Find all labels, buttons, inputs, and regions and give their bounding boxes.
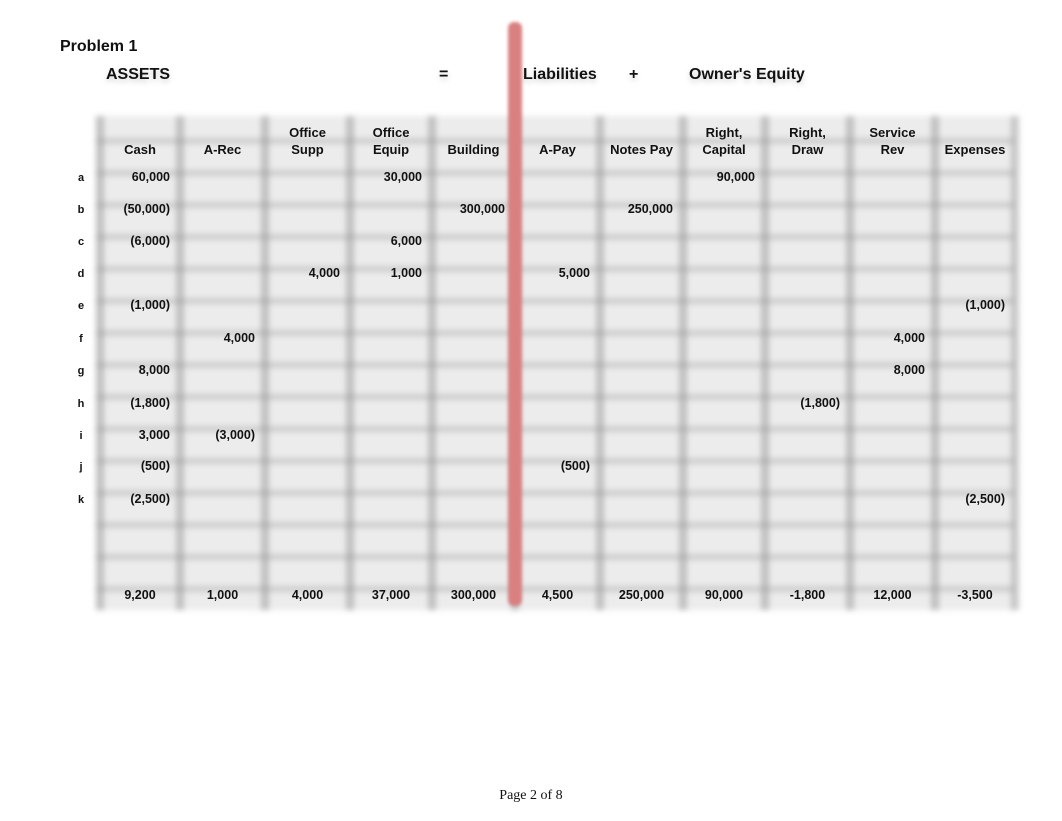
- table-cell: 300,000: [459, 202, 505, 216]
- row-label: b: [77, 204, 85, 216]
- column-header-line: Draw: [791, 142, 824, 157]
- row-label: j: [79, 461, 83, 473]
- table-cell: 30,000: [383, 170, 422, 184]
- total-cell: -1,800: [789, 588, 826, 602]
- column-header: Expenses: [935, 120, 1015, 158]
- column-header-line: Building: [447, 142, 500, 157]
- column-header-line: Equip: [372, 142, 410, 157]
- total-cell: 37,000: [371, 588, 411, 602]
- column-header: Office Equip: [350, 120, 432, 158]
- table-cell: (1,000): [965, 298, 1005, 312]
- table-cell: 3,000: [138, 428, 170, 442]
- table-cell: 8,000: [893, 363, 925, 377]
- table-cell: 6,000: [390, 234, 422, 248]
- row-label: h: [77, 398, 85, 410]
- column-header: Notes Pay: [600, 120, 683, 158]
- column-header-line: Expenses: [944, 142, 1006, 157]
- grid-column-line: [679, 116, 687, 610]
- table-cell: 250,000: [627, 202, 673, 216]
- column-header-line: Office: [289, 125, 326, 140]
- table-cell: (2,500): [130, 492, 170, 506]
- row-label: i: [79, 430, 83, 442]
- table-cell: (50,000): [123, 202, 170, 216]
- row-label: f: [79, 333, 83, 345]
- table-cell: (500): [140, 459, 170, 473]
- column-header: Service Rev: [850, 120, 935, 158]
- row-label: k: [77, 494, 85, 506]
- row-label: e: [77, 300, 85, 312]
- equals-sign: =: [439, 66, 449, 83]
- column-header-line: Service: [869, 125, 916, 140]
- row-label: c: [77, 236, 85, 248]
- total-cell: 9,200: [124, 588, 156, 602]
- column-header: Right, Draw: [765, 120, 850, 158]
- column-header-line: Supp: [291, 142, 324, 157]
- liabilities-heading: Liabilities: [523, 66, 597, 83]
- column-header-line: Right,: [705, 125, 743, 140]
- table-cell: 1,000: [390, 266, 422, 280]
- column-header-line: Rev: [880, 142, 905, 157]
- row-label: d: [77, 268, 85, 280]
- column-header: Office Supp: [265, 120, 350, 158]
- table-cell: 4,000: [893, 331, 925, 345]
- table-cell: 4,000: [223, 331, 255, 345]
- total-cell: -3,500: [957, 588, 993, 602]
- table-cell: (500): [560, 459, 590, 473]
- total-cell: 90,000: [704, 588, 744, 602]
- total-cell: 300,000: [450, 588, 497, 602]
- column-header-line: A-Rec: [203, 142, 242, 157]
- table-cell: 4,000: [308, 266, 340, 280]
- table-cell: (1,800): [800, 396, 840, 410]
- total-cell: 250,000: [618, 588, 665, 602]
- table-cell: (3,000): [215, 428, 255, 442]
- column-header-line: Notes Pay: [610, 142, 673, 157]
- column-header: A-Rec: [180, 120, 265, 158]
- column-header: Right, Capital: [683, 120, 765, 158]
- grid-column-line: [176, 116, 184, 610]
- grid-column-line: [346, 116, 354, 610]
- equation-divider-line: [508, 22, 522, 606]
- total-cell: 4,000: [291, 588, 324, 602]
- table-cell: (1,800): [130, 396, 170, 410]
- grid-column-line: [931, 116, 939, 610]
- table-cell: 90,000: [716, 170, 755, 184]
- column-header-line: Cash: [124, 142, 156, 157]
- table-cell: 5,000: [558, 266, 590, 280]
- table-cell: 8,000: [138, 363, 170, 377]
- grid-column-line: [596, 116, 604, 610]
- problem-title: Problem 1: [60, 38, 138, 55]
- total-cell: 12,000: [873, 588, 912, 602]
- column-header-line: Office: [372, 125, 410, 140]
- row-label: a: [77, 172, 85, 184]
- column-header: Cash: [100, 120, 180, 158]
- column-header-line: A-Pay: [539, 142, 576, 157]
- page-number: Page 2 of 8: [499, 788, 563, 803]
- total-cell: 4,500: [541, 588, 574, 602]
- assets-heading: ASSETS: [106, 66, 171, 83]
- table-cell: (1,000): [130, 298, 170, 312]
- column-header: A-Pay: [515, 120, 600, 158]
- table-cell: (6,000): [130, 234, 170, 248]
- total-cell: 1,000: [206, 588, 239, 602]
- plus-sign: +: [629, 66, 639, 83]
- grid-column-line: [261, 116, 269, 610]
- table-cell: 60,000: [131, 170, 170, 184]
- column-header-line: Capital: [702, 142, 746, 157]
- grid-column-line: [1011, 116, 1019, 610]
- row-label: g: [77, 365, 85, 377]
- grid-column-line: [428, 116, 436, 610]
- grid-column-line: [761, 116, 769, 610]
- column-header-line: Right,: [789, 125, 826, 140]
- table-cell: (2,500): [965, 492, 1005, 506]
- owners-equity-heading: Owner's Equity: [689, 66, 805, 83]
- column-header: Building: [432, 120, 515, 158]
